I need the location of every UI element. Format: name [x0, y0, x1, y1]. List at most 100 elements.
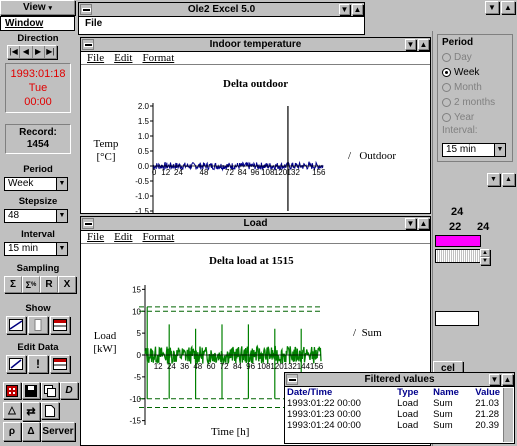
table-row[interactable]: 1993:01:22 00:00 Load Sum 21.03 — [285, 398, 514, 409]
y-tick-label: -0.5 — [135, 177, 149, 186]
time-value: 00:00 — [24, 96, 52, 108]
triangle-icon: △ — [8, 405, 16, 416]
y-tick-label: 0 — [137, 351, 142, 360]
x-tick-label: 96 — [251, 168, 260, 177]
period-option-year[interactable]: Year — [442, 110, 508, 125]
table-cell: Load — [397, 409, 419, 420]
view-menu-button[interactable]: View ▾ — [0, 0, 75, 15]
column-header[interactable]: Date/Time — [285, 387, 395, 398]
first-record-icon[interactable]: |◀ — [8, 46, 19, 58]
sum-sampling-button[interactable]: Σ — [4, 276, 22, 293]
table-icon — [53, 319, 67, 331]
sampling-label: Sampling — [16, 263, 60, 274]
bar-icon — [34, 319, 42, 331]
show-graph-button[interactable] — [6, 316, 26, 334]
r-sampling-button[interactable]: R — [40, 276, 58, 293]
next-record-icon[interactable]: ▶ — [31, 46, 44, 58]
radio-icon — [442, 113, 451, 122]
window-menu[interactable]: Window — [0, 16, 75, 31]
table-cell: Sum — [433, 420, 453, 431]
edit-graph-button[interactable] — [6, 355, 26, 373]
period-option-day[interactable]: Day — [442, 50, 508, 65]
ole-menu-file[interactable]: File — [85, 18, 102, 29]
period-interval-label: Interval: — [442, 125, 478, 136]
x-tick-label: 72 — [220, 362, 229, 371]
maximize-icon[interactable]: ▲ — [502, 374, 513, 385]
prev-record-icon[interactable]: ◀ — [19, 46, 31, 58]
table-cell: Sum — [433, 398, 453, 409]
save-button[interactable] — [22, 382, 40, 399]
chevron-down-icon[interactable]: ▼ — [494, 144, 505, 156]
exclamation-icon: ! — [36, 357, 40, 371]
swatch-scroll-down[interactable]: ▼ — [480, 257, 490, 265]
delta-button[interactable]: Δ — [22, 422, 40, 441]
document-icon — [45, 404, 55, 417]
chevron-down-icon[interactable]: ▼ — [56, 243, 67, 255]
column-header[interactable]: Type — [395, 387, 431, 398]
period-interval-select[interactable]: 15 min ▼ — [442, 143, 506, 157]
x-tick-label: 12 — [154, 362, 163, 371]
period-option-2-months[interactable]: 2 months — [442, 95, 508, 110]
x-sampling-button[interactable]: X — [58, 276, 76, 293]
panel-down-button[interactable]: ▼ — [487, 173, 500, 186]
panel-up-button[interactable]: ▲ — [502, 173, 515, 186]
table-scrollbar[interactable] — [503, 388, 513, 442]
table-icon — [53, 358, 67, 370]
d-button[interactable]: D — [60, 382, 78, 399]
period-interval-value: 15 min — [446, 144, 477, 155]
table-row[interactable]: 1993:01:23 00:00 Load Sum 21.28 — [285, 409, 514, 420]
last-record-icon[interactable]: ▶| — [43, 46, 56, 58]
edit-table-button[interactable] — [50, 355, 70, 373]
period-select-value: Week — [8, 178, 34, 189]
indoor-chart: 2.0 1.5 1.0 0.5 0.0 -0.5 -1.0 -1.5 0 12 24 48 72 84 96… — [135, 102, 326, 213]
system-menu-icon[interactable] — [286, 374, 298, 385]
chevron-down-icon[interactable]: ▼ — [56, 210, 67, 222]
rho-button[interactable]: ρ — [3, 422, 21, 441]
table-row[interactable]: 1993:01:24 00:00 Load Sum 20.39 — [285, 420, 514, 431]
document-button[interactable] — [41, 402, 59, 419]
swatch-scroll-up[interactable]: ▲ — [480, 249, 490, 257]
minimize-icon[interactable]: ▼ — [339, 4, 350, 15]
minimize-icon[interactable]: ▼ — [489, 374, 500, 385]
period-option-week[interactable]: Week — [442, 65, 508, 80]
x-tick-label: 48 — [200, 168, 209, 177]
warning-button[interactable]: △ — [3, 402, 21, 419]
chevron-down-icon[interactable]: ▼ — [56, 178, 67, 190]
server-button[interactable]: Server — [41, 422, 75, 441]
sum-percent-sampling-button[interactable]: Σ% — [22, 276, 40, 293]
show-table-button[interactable] — [50, 316, 70, 334]
y-tick-label: 2.0 — [138, 102, 150, 111]
app-minimize-button[interactable]: ▼ — [485, 1, 499, 14]
x-tick-label: 24 — [174, 168, 183, 177]
copy-icon — [44, 384, 56, 397]
calculator-button[interactable] — [3, 382, 21, 399]
view-menu-label: View — [23, 2, 46, 13]
period-select[interactable]: Week ▼ — [4, 177, 68, 191]
y-tick-label: -5 — [134, 373, 142, 382]
radio-icon — [442, 83, 451, 92]
interval-select[interactable]: 15 min ▼ — [4, 242, 68, 256]
column-header[interactable]: Name — [431, 387, 473, 398]
legend-label-3: 24 — [477, 221, 490, 233]
x-tick-label: 156 — [312, 168, 326, 177]
show-single-button[interactable] — [28, 316, 48, 334]
stepsize-select[interactable]: 48 ▼ — [4, 209, 68, 223]
copy-button[interactable] — [41, 382, 59, 399]
radio-label: 2 months — [454, 97, 496, 108]
pencil-graph-icon — [9, 358, 23, 370]
radio-icon — [442, 68, 451, 77]
edit-box[interactable] — [435, 311, 479, 326]
edit-single-button[interactable]: ! — [28, 355, 48, 373]
radio-icon — [442, 98, 451, 107]
maximize-icon[interactable]: ▲ — [352, 4, 363, 15]
transfer-button[interactable]: ⇄ — [22, 402, 40, 421]
system-menu-icon[interactable] — [80, 4, 92, 15]
y-tick-label: 0.0 — [138, 162, 150, 171]
period-option-month[interactable]: Month — [442, 80, 508, 95]
show-label: Show — [25, 303, 51, 314]
x-tick-label: 12 — [161, 168, 170, 177]
radio-label: Year — [454, 112, 475, 123]
app-maximize-button[interactable]: ▲ — [501, 1, 515, 14]
ole-title: Ole2 Excel 5.0 — [187, 4, 256, 15]
x-tick-label: 108 — [257, 362, 271, 371]
